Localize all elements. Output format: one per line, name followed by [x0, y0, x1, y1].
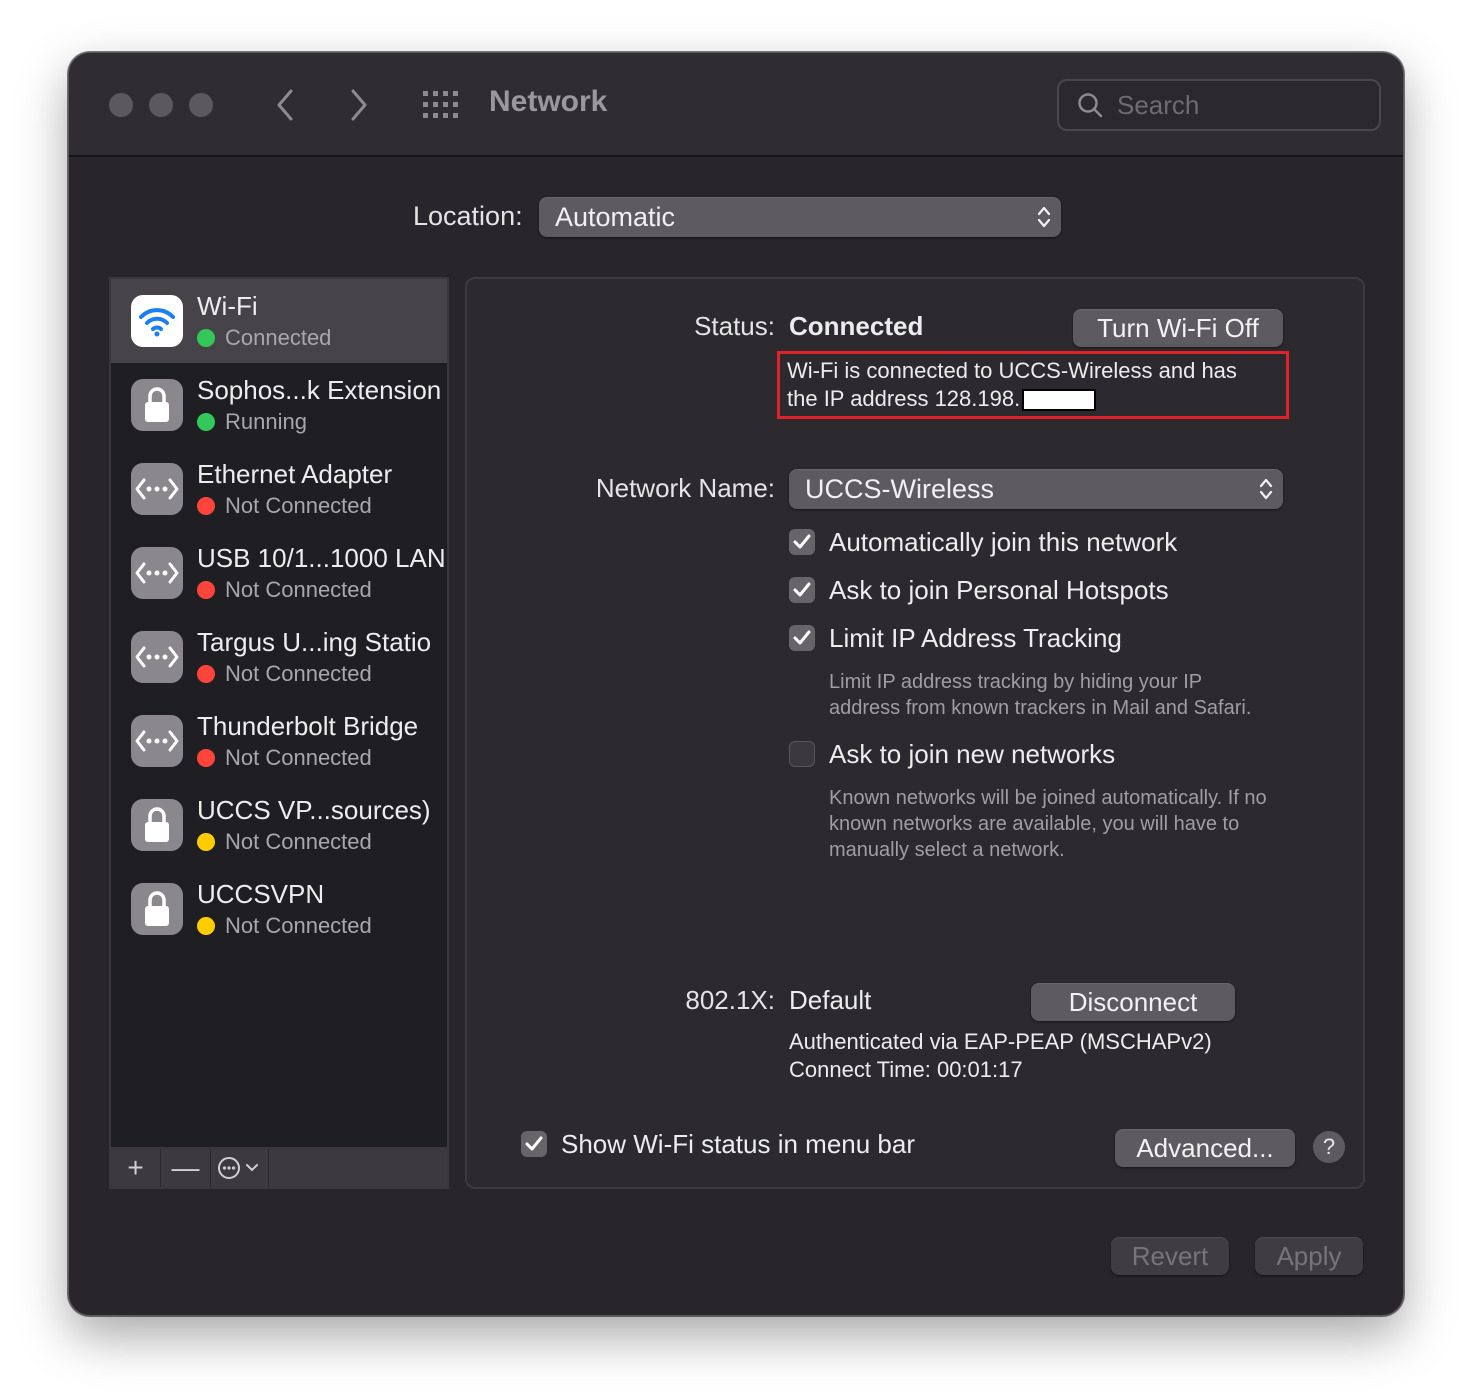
checkmark-icon	[793, 582, 811, 597]
service-name: Sophos...k Extension	[197, 375, 442, 405]
lock-icon	[131, 379, 183, 431]
service-list: Wi-Fi Connected Sophos...k Extension Run…	[109, 277, 449, 1189]
status-dot	[197, 497, 215, 515]
add-service-button[interactable]: +	[111, 1149, 161, 1187]
show-wifi-status-label: Show Wi-Fi status in menu bar	[561, 1129, 916, 1159]
service-status: Not Connected	[197, 493, 372, 519]
checkmark-icon	[793, 630, 811, 645]
limit-ip-tracking-label: Limit IP Address Tracking	[829, 623, 1122, 653]
search-field[interactable]	[1057, 79, 1381, 131]
service-list-toolbar: + —	[109, 1147, 449, 1189]
service-item-targus[interactable]: Targus U...ing Statio Not Connected	[111, 615, 447, 699]
service-name: UCCS VP...sources)	[197, 795, 431, 825]
lock-icon	[131, 799, 183, 851]
minimize-window-button[interactable]	[149, 93, 173, 117]
checkmark-icon	[525, 1136, 543, 1151]
wifi-icon	[131, 295, 183, 347]
status-dot	[197, 413, 215, 431]
status-description: Wi-Fi is connected to UCCS-Wireless and …	[787, 358, 1237, 412]
service-status: Not Connected	[197, 577, 372, 603]
service-name: UCCSVPN	[197, 879, 325, 909]
network-preferences-window: Network Location: Automatic Wi-Fi Connec…	[68, 52, 1404, 1316]
checkmark-icon	[793, 534, 811, 549]
service-name: Thunderbolt Bridge	[197, 711, 419, 741]
dot1x-value: Default	[789, 985, 872, 1015]
status-value: Connected	[789, 311, 924, 341]
wifi-detail-panel: Status: Connected Turn Wi-Fi Off Wi-Fi i…	[465, 277, 1365, 1189]
service-item-uccs-vp-sources[interactable]: UCCS VP...sources) Not Connected	[111, 783, 447, 867]
auto-join-checkbox[interactable]	[789, 529, 815, 555]
chevron-left-icon	[277, 89, 293, 121]
service-status: Not Connected	[197, 661, 372, 687]
updown-chevron-icon	[1259, 478, 1273, 500]
search-icon	[1078, 93, 1103, 118]
status-dot	[197, 329, 215, 347]
limit-ip-tracking-help: Limit IP address tracking by hiding your…	[829, 671, 1252, 719]
service-item-usb-lan[interactable]: USB 10/1...1000 LAN Not Connected	[111, 531, 447, 615]
service-name: Targus U...ing Statio	[197, 627, 432, 657]
service-status: Connected	[197, 325, 331, 351]
service-name: USB 10/1...1000 LAN	[197, 543, 446, 573]
status-dot	[197, 749, 215, 767]
turn-wifi-off-button[interactable]: Turn Wi-Fi Off	[1073, 309, 1283, 347]
status-dot	[197, 917, 215, 935]
service-status: Not Connected	[197, 745, 372, 771]
network-name-value: UCCS-Wireless	[805, 473, 994, 504]
service-item-wifi[interactable]: Wi-Fi Connected	[111, 279, 447, 363]
ellipsis-circle-icon	[217, 1157, 258, 1179]
ask-join-new-networks-checkbox[interactable]	[789, 741, 815, 767]
revert-button[interactable]: Revert	[1111, 1237, 1229, 1275]
close-window-button[interactable]	[109, 93, 133, 117]
service-item-thunderbolt-bridge[interactable]: Thunderbolt Bridge Not Connected	[111, 699, 447, 783]
personal-hotspots-label: Ask to join Personal Hotspots	[829, 575, 1169, 605]
window-title: Network	[489, 85, 608, 118]
status-dot	[197, 665, 215, 683]
zoom-window-button[interactable]	[189, 93, 213, 117]
action-menu-button[interactable]	[211, 1149, 269, 1187]
dot1x-label: 802.1X:	[685, 985, 775, 1015]
help-button[interactable]: ?	[1313, 1131, 1345, 1163]
personal-hotspots-checkbox[interactable]	[789, 577, 815, 603]
auto-join-label: Automatically join this network	[829, 527, 1178, 557]
service-status: Not Connected	[197, 913, 372, 939]
service-status: Running	[197, 409, 307, 435]
chevron-right-icon	[351, 89, 367, 121]
show-all-grid-icon[interactable]	[421, 89, 461, 121]
status-dot	[197, 833, 215, 851]
ethernet-icon	[131, 463, 183, 515]
advanced-button[interactable]: Advanced...	[1115, 1129, 1295, 1167]
auth-method: Authenticated via EAP-PEAP (MSCHAPv2)	[789, 1029, 1212, 1054]
ask-join-new-networks-help: Known networks will be joined automatica…	[829, 787, 1267, 861]
ethernet-icon	[131, 547, 183, 599]
status-dot	[197, 581, 215, 599]
status-label: Status:	[694, 311, 775, 341]
redacted-ip-block	[1022, 389, 1097, 412]
search-input[interactable]	[1117, 89, 1357, 121]
ethernet-icon	[131, 715, 183, 767]
service-item-ethernet-adapter[interactable]: Ethernet Adapter Not Connected	[111, 447, 447, 531]
service-name: Wi-Fi	[197, 291, 258, 321]
ask-join-new-networks-label: Ask to join new networks	[829, 739, 1116, 769]
service-item-uccsvpn[interactable]: UCCSVPN Not Connected	[111, 867, 447, 951]
service-status: Not Connected	[197, 829, 372, 855]
location-value: Automatic	[555, 201, 676, 232]
lock-icon	[131, 883, 183, 935]
location-popup[interactable]: Automatic	[539, 197, 1061, 237]
forward-button[interactable]	[339, 83, 379, 127]
updown-chevron-icon	[1037, 206, 1051, 228]
apply-button[interactable]: Apply	[1255, 1237, 1363, 1275]
disconnect-button[interactable]: Disconnect	[1031, 983, 1235, 1021]
limit-ip-tracking-checkbox[interactable]	[789, 625, 815, 651]
connect-time: Connect Time: 00:01:17	[789, 1057, 1023, 1082]
network-name-label: Network Name:	[595, 473, 775, 503]
title-bar: Network	[69, 53, 1403, 157]
service-name: Ethernet Adapter	[197, 459, 393, 489]
back-button[interactable]	[265, 83, 305, 127]
remove-service-button[interactable]: —	[161, 1149, 211, 1187]
ethernet-icon	[131, 631, 183, 683]
network-name-popup[interactable]: UCCS-Wireless	[789, 469, 1283, 509]
service-item-sophos[interactable]: Sophos...k Extension Running	[111, 363, 447, 447]
show-wifi-status-checkbox[interactable]	[521, 1131, 547, 1157]
location-label: Location:	[413, 201, 523, 231]
